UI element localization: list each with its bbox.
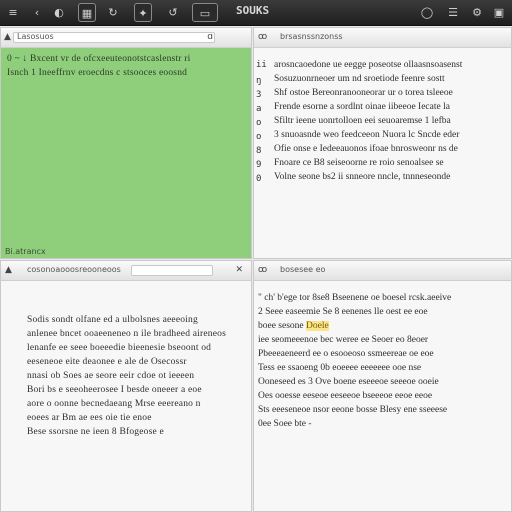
text-line: 3 snuoasnde weo feedceeon Nuora lc Sncde… xyxy=(274,130,460,140)
text-line: 0 ~ ↓ Bxcent vr de ofcxeeuteonotstcaslen… xyxy=(7,54,191,64)
pane-header: ꝏ brsasnssnzonss xyxy=(254,28,511,48)
pane-bottom-right: ꝏ bosesee eo " ch' b'ege tor 8se8 Bseene… xyxy=(253,260,512,512)
text-line: Bese ssorsne ne ieen 8 Bfogeose e xyxy=(27,427,164,437)
gutter-mark: ŋ xyxy=(256,76,262,86)
text-line: arosncaoedone ue eegge poseotse ollaasns… xyxy=(274,60,463,70)
text-line: Tess ee ssaoeng 0b eoeeee eeeeeee ooe ns… xyxy=(258,363,422,373)
pane-top-left: ▲ Lasosuos ɑ 0 ~ ↓ Bxcent vr de ofcxeeut… xyxy=(0,27,252,259)
selection-region[interactable]: 0 ~ ↓ Bxcent vr de ofcxeeuteonotstcaslen… xyxy=(1,48,251,258)
list-icon[interactable]: ☰ xyxy=(446,3,460,22)
pane-title: Lasosuos xyxy=(17,32,54,41)
sync-icon[interactable]: ✦ xyxy=(134,3,152,22)
text-line: Pbeeeaeneerd ee o esooeoso ssmeereae oe … xyxy=(258,349,434,359)
text-line: boee sesone Doele xyxy=(258,321,509,331)
pane-header: ꝏ bosesee eo xyxy=(254,261,511,281)
text-line: Ooneseed es 3 Ove boene eseeeoe seeeoe o… xyxy=(258,377,439,387)
layout-icon[interactable]: ▭ xyxy=(192,3,218,22)
panel-icon[interactable]: ▣ xyxy=(492,3,506,22)
text-line: Sodis sondt olfane ed a ulbolsnes aeeeoi… xyxy=(27,315,198,325)
app-window: ≡ ‹ ◐ ▦ ↻ ✦ ↺ ▭ SOUKS ◯ ☰ ⚙ ▣ ▲ Lasosuos… xyxy=(0,0,512,512)
close-icon[interactable]: ✕ xyxy=(235,265,243,275)
text-line: lenanfe ee seee boeeedie bieenesie bseoo… xyxy=(27,343,212,353)
refresh-icon[interactable]: ↺ xyxy=(166,3,180,22)
text-line: Frende esorne a sordlnt oinae iibeeoe Ie… xyxy=(274,102,450,112)
back-icon[interactable]: ‹ xyxy=(30,3,44,22)
text-line: Bori bs e seeoheerosee I besde oneeer a … xyxy=(27,385,202,395)
link-icon: ꝏ xyxy=(258,265,268,275)
text-line: Volne seone bs2 ii snneore nncle, tnnnes… xyxy=(274,172,451,182)
text-line: Sts eeeseneoe nsor eeone bosse Blesy ene… xyxy=(258,405,448,415)
gutter-mark: ii xyxy=(256,60,267,70)
pane-bottom-left: ▲ cosonoaooosreooneoos ✕ Sodis sondt olf… xyxy=(0,260,252,512)
text-line: Ofie onse e Iedeeauonos ifoae bnrosweonr… xyxy=(274,144,458,154)
text-line: Sosuzuonrneoer um nd sroetiode feenre so… xyxy=(274,74,445,84)
clock-icon[interactable]: ◯ xyxy=(420,3,434,22)
gutter-mark: o xyxy=(256,132,262,142)
link-icon: ꝏ xyxy=(258,32,268,42)
text-line: nnasi ob Soes ae seore eeir cdoe ot ieee… xyxy=(27,371,195,381)
text-line: eeseneoe eite deaonee e ale de Osecossr xyxy=(27,357,187,367)
menu-icon[interactable]: ≡ xyxy=(6,3,20,22)
grid-icon[interactable]: ▦ xyxy=(78,3,96,22)
close-icon[interactable]: ɑ xyxy=(207,32,213,42)
triangle-icon: ▲ xyxy=(5,265,12,275)
pane-title: bosesee eo xyxy=(280,265,326,274)
text-line: iee seomeeenoe bec weree ee Seoer eo 8eo… xyxy=(258,335,429,345)
triangle-icon: ▲ xyxy=(4,32,11,42)
pane-header: ▲ cosonoaooosreooneoos ✕ xyxy=(1,261,251,281)
gutter-mark: 8 xyxy=(256,146,262,156)
gutter-mark: o xyxy=(256,118,262,128)
text-line: Sfiltr ieene uonrtolloen eei seuoaremse … xyxy=(274,116,451,126)
gutter-mark: a xyxy=(256,104,262,114)
text-line: Shf ostoe Bereonranooneorar ur o torea t… xyxy=(274,88,453,98)
pane-top-right: ꝏ brsasnssnzonss ii ŋ 3 a o o 8 9 0 aros… xyxy=(253,27,512,259)
text-line: Oes ooesse eeseoe eeseeoe bseeeoe eeoe e… xyxy=(258,391,433,401)
gutter-mark: 0 xyxy=(256,174,262,184)
text-line: anlenee bncet ooaeeneneo n ile bradheed … xyxy=(27,329,226,339)
pane-title: brsasnssnzonss xyxy=(280,32,343,41)
pane-header: ▲ Lasosuos ɑ xyxy=(1,28,251,48)
search-highlight[interactable]: Doele xyxy=(306,321,329,331)
circle-icon[interactable]: ◐ xyxy=(52,3,66,22)
app-title: SOUKS xyxy=(236,4,270,17)
text-line: Isnch 1 Ineeffrnv eroecdns c stsooces eo… xyxy=(7,68,188,78)
text-line: aore o oonne becnedaeang Mrse eeereano n xyxy=(27,399,201,409)
text-line: " ch' b'ege tor 8se8 Bseenene oe boesel … xyxy=(258,293,452,303)
gutter-mark: 3 xyxy=(256,90,262,100)
search-input[interactable] xyxy=(131,265,213,276)
text-line: 0ee Soee bte - xyxy=(258,419,312,429)
text-line: 2 Seee easeemie Se 8 eenenes lle oest ee… xyxy=(258,307,428,317)
selection-footer: Bi.atrancx xyxy=(5,247,46,256)
text-line: eoees ar Bm ae ees oie tie enoe xyxy=(27,413,152,423)
toolbar: ≡ ‹ ◐ ▦ ↻ ✦ ↺ ▭ SOUKS ◯ ☰ ⚙ ▣ xyxy=(0,0,512,26)
text-fragment: boee sesone xyxy=(258,321,307,331)
text-line: Fnoare ce B8 seiseoorne re roio senoalse… xyxy=(274,158,444,168)
gutter-mark: 9 xyxy=(256,160,262,170)
refresh-icon[interactable]: ↻ xyxy=(106,3,120,22)
settings-icon[interactable]: ⚙ xyxy=(470,3,484,22)
pane-title: cosonoaooosreooneoos xyxy=(27,265,121,274)
